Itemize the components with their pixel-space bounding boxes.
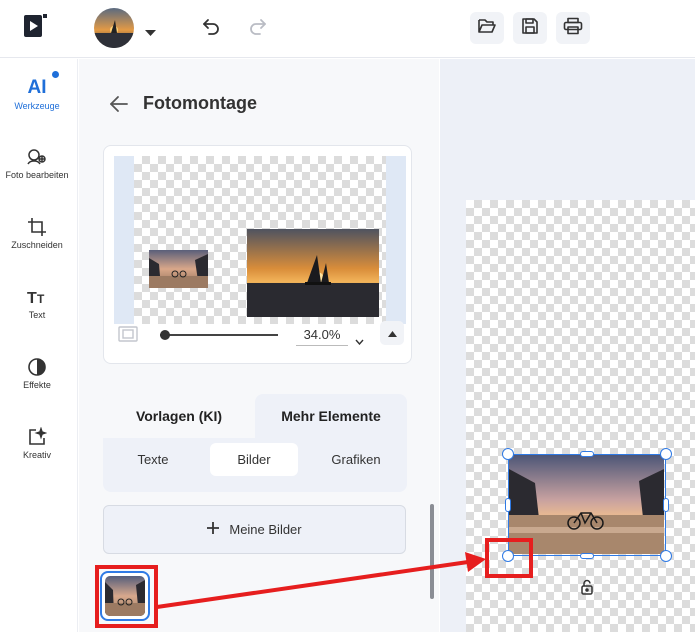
annotation-arrow	[156, 552, 486, 609]
